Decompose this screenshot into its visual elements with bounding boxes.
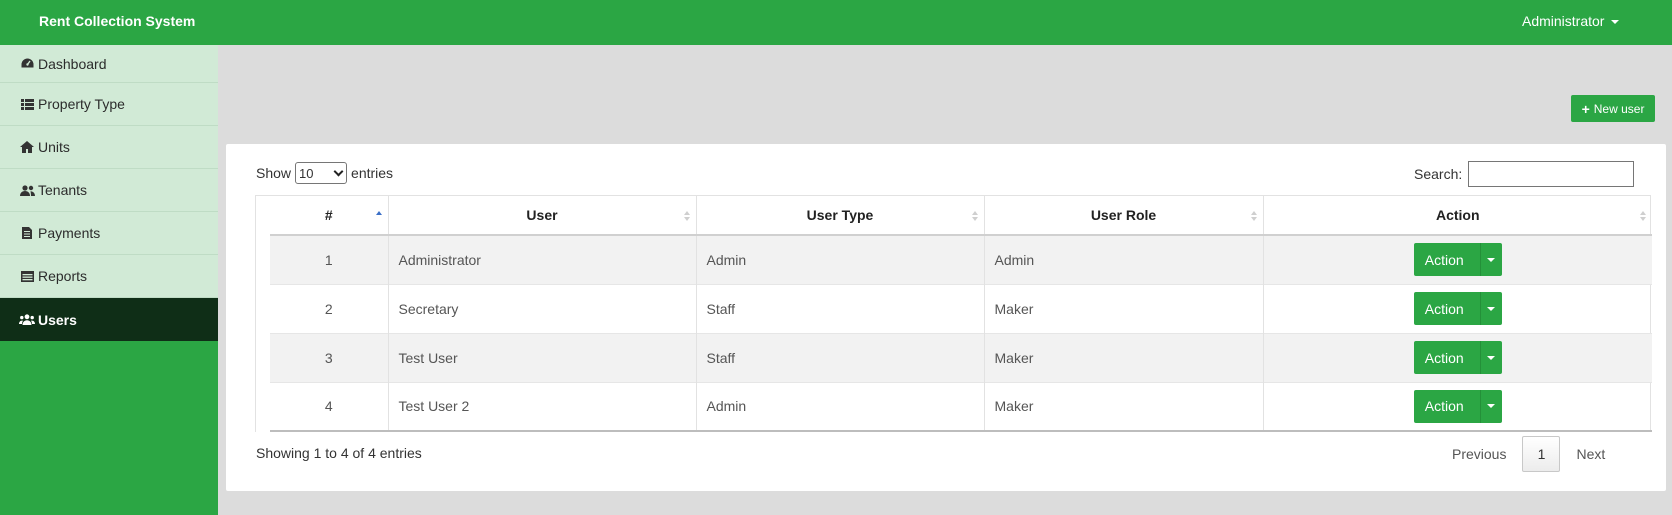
sidebar-item-label: Payments xyxy=(38,225,101,241)
sidebar-item-label: Property Type xyxy=(38,96,125,112)
page-length-value: 10 xyxy=(299,165,314,181)
cell-action: Action xyxy=(1262,332,1652,382)
caret-down-icon[interactable] xyxy=(1479,389,1502,423)
users-icon xyxy=(19,183,35,197)
show-label: Show xyxy=(256,165,292,181)
sidebar-item-label: Dashboard xyxy=(38,55,107,72)
sidebar-item-payments[interactable]: Payments xyxy=(0,212,218,255)
cell-number: 1 xyxy=(270,234,388,284)
home-icon xyxy=(19,140,35,154)
list-icon xyxy=(19,97,35,111)
user-menu[interactable]: Administrator xyxy=(1522,13,1620,29)
action-dropdown-button[interactable]: Action xyxy=(1413,389,1502,423)
column-header-user[interactable]: User xyxy=(387,196,696,236)
sort-asc-icon xyxy=(375,211,382,221)
page-length-control: Show 10 entries xyxy=(256,162,393,184)
caret-down-icon[interactable] xyxy=(1479,243,1502,277)
action-dropdown-button[interactable]: Action xyxy=(1413,243,1502,277)
table-row: 1 Administrator Admin Admin Action xyxy=(270,234,1652,284)
page-length-select[interactable]: 10 xyxy=(295,162,348,184)
sort-icon xyxy=(971,211,978,221)
cell-user: Test User xyxy=(387,332,696,382)
action-label: Action xyxy=(1424,300,1464,317)
action-label: Action xyxy=(1424,251,1464,268)
sidebar-item-reports[interactable]: Reports xyxy=(0,255,218,298)
column-header-user-type[interactable]: User Type xyxy=(695,196,984,236)
document-icon xyxy=(19,226,35,240)
page-number-button[interactable]: 1 xyxy=(1522,436,1561,472)
next-page-link[interactable]: Next xyxy=(1576,446,1605,462)
group-icon xyxy=(19,313,35,327)
action-label: Action xyxy=(1424,398,1464,415)
cell-action: Action xyxy=(1262,283,1652,333)
sort-icon xyxy=(683,211,690,221)
cell-user-role: Maker xyxy=(983,332,1263,382)
chevron-down-icon xyxy=(333,166,344,176)
previous-page-link[interactable]: Previous xyxy=(1452,446,1506,462)
sort-icon xyxy=(1250,211,1257,221)
sidebar-item-label: Units xyxy=(38,139,70,155)
search-control: Search: xyxy=(1414,161,1635,187)
table-header-row: # User User Type User Role Action xyxy=(270,196,1652,236)
cell-number: 2 xyxy=(270,283,388,333)
users-table-wrapper: # User User Type User Role Action 1 Admi… xyxy=(255,195,1652,432)
table-row: 2 Secretary Staff Maker Action xyxy=(270,283,1652,333)
users-panel: Show 10 entries Search: # User User Type… xyxy=(226,144,1666,491)
sidebar-item-property-type[interactable]: Property Type xyxy=(0,83,218,126)
action-label: Action xyxy=(1424,349,1464,366)
sidebar-item-label: Tenants xyxy=(38,182,88,198)
dashboard-icon xyxy=(19,57,35,71)
user-menu-label: Administrator xyxy=(1522,13,1605,29)
app-brand[interactable]: Rent Collection System xyxy=(39,13,195,29)
sidebar-item-units[interactable]: Units xyxy=(0,126,218,169)
table-info: Showing 1 to 4 of 4 entries xyxy=(256,445,422,461)
table-row: 3 Test User Staff Maker Action xyxy=(270,332,1652,382)
cell-user-type: Admin xyxy=(695,234,984,284)
search-input[interactable] xyxy=(1468,161,1635,187)
cell-user-role: Maker xyxy=(983,283,1263,333)
caret-down-icon[interactable] xyxy=(1479,341,1502,374)
cell-user: Secretary xyxy=(387,283,696,333)
top-navbar: Rent Collection System Administrator xyxy=(0,0,1672,45)
action-dropdown-button[interactable]: Action xyxy=(1413,292,1502,325)
new-user-label: New user xyxy=(1593,101,1645,116)
caret-down-icon[interactable] xyxy=(1479,292,1502,325)
sidebar-item-users[interactable]: Users xyxy=(0,298,218,341)
sidebar-item-label: Reports xyxy=(38,268,88,284)
cell-user-role: Maker xyxy=(983,381,1263,432)
caret-down-icon xyxy=(1611,20,1620,25)
search-label: Search: xyxy=(1414,166,1463,182)
sidebar-item-label: Users xyxy=(38,311,77,328)
sidebar-item-dashboard[interactable]: Dashboard xyxy=(0,45,218,83)
pagination: Previous 1 Next xyxy=(1452,436,1605,472)
new-user-button[interactable]: + New user xyxy=(1571,95,1655,122)
cell-user-role: Admin xyxy=(983,234,1263,284)
sidebar: Dashboard Property Type Units Tenants Pa… xyxy=(0,45,218,515)
plus-icon: + xyxy=(1581,100,1590,117)
column-header-action[interactable]: Action xyxy=(1262,196,1652,236)
cell-action: Action xyxy=(1262,234,1652,284)
cell-action: Action xyxy=(1262,381,1652,432)
sidebar-item-tenants[interactable]: Tenants xyxy=(0,169,218,212)
column-header-number[interactable]: # xyxy=(270,196,388,236)
table-icon xyxy=(19,269,35,283)
cell-user: Test User 2 xyxy=(387,381,696,432)
cell-user-type: Staff xyxy=(695,332,984,382)
table-row: 4 Test User 2 Admin Maker Action xyxy=(270,381,1652,432)
action-dropdown-button[interactable]: Action xyxy=(1413,341,1502,374)
cell-number: 4 xyxy=(270,381,388,432)
column-header-user-role[interactable]: User Role xyxy=(983,196,1263,236)
cell-user: Administrator xyxy=(387,234,696,284)
cell-user-type: Admin xyxy=(695,381,984,432)
users-table: # User User Type User Role Action 1 Admi… xyxy=(270,196,1652,432)
entries-label: entries xyxy=(351,165,394,181)
cell-number: 3 xyxy=(270,332,388,382)
cell-user-type: Staff xyxy=(695,283,984,333)
sort-icon xyxy=(1640,211,1646,221)
